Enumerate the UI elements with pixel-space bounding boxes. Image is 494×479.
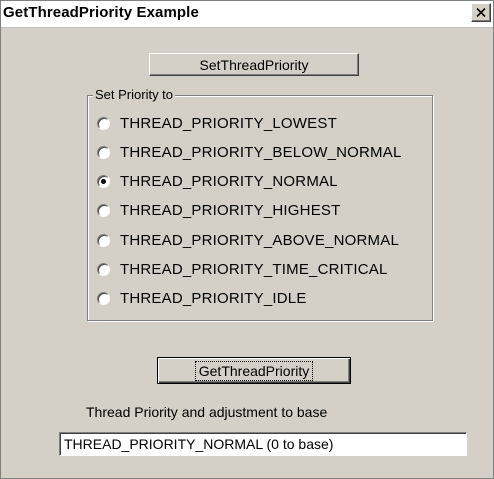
result-label: Thread Priority and adjustment to base bbox=[86, 404, 328, 420]
radio-label: THREAD_PRIORITY_BELOW_NORMAL bbox=[120, 143, 402, 161]
close-icon bbox=[476, 8, 486, 17]
radio-option-normal[interactable]: THREAD_PRIORITY_NORMAL bbox=[97, 170, 338, 192]
radio-label: THREAD_PRIORITY_NORMAL bbox=[120, 172, 338, 190]
radio-option-below-normal[interactable]: THREAD_PRIORITY_BELOW_NORMAL bbox=[97, 141, 402, 163]
radio-label: THREAD_PRIORITY_IDLE bbox=[120, 289, 307, 307]
dialog-window: GetThreadPriority Example SetThreadPrior… bbox=[0, 0, 494, 479]
get-thread-priority-button[interactable]: GetThreadPriority bbox=[157, 357, 351, 384]
thread-priority-output-field[interactable]: THREAD_PRIORITY_NORMAL (0 to base) bbox=[59, 432, 467, 456]
radio-selected-dot-icon bbox=[101, 178, 106, 184]
window-title: GetThreadPriority Example bbox=[3, 4, 199, 21]
radio-button[interactable] bbox=[97, 116, 110, 130]
radio-option-highest[interactable]: THREAD_PRIORITY_HIGHEST bbox=[97, 199, 340, 221]
set-thread-priority-button[interactable]: SetThreadPriority bbox=[149, 53, 359, 76]
set-thread-priority-button-label: SetThreadPriority bbox=[199, 56, 309, 73]
radio-button[interactable] bbox=[97, 262, 110, 276]
radio-label: THREAD_PRIORITY_ABOVE_NORMAL bbox=[120, 231, 399, 249]
radio-option-idle[interactable]: THREAD_PRIORITY_IDLE bbox=[97, 287, 307, 309]
get-thread-priority-button-label: GetThreadPriority bbox=[194, 360, 314, 381]
radio-button-selected[interactable] bbox=[97, 174, 110, 188]
title-bar[interactable]: GetThreadPriority Example bbox=[1, 1, 493, 28]
radio-button[interactable] bbox=[97, 145, 110, 159]
close-button[interactable] bbox=[471, 3, 491, 22]
radio-option-above-normal[interactable]: THREAD_PRIORITY_ABOVE_NORMAL bbox=[97, 229, 399, 251]
radio-button[interactable] bbox=[97, 203, 110, 217]
radio-label: THREAD_PRIORITY_HIGHEST bbox=[120, 201, 341, 219]
radio-label: THREAD_PRIORITY_LOWEST bbox=[120, 114, 337, 132]
radio-label: THREAD_PRIORITY_TIME_CRITICAL bbox=[120, 260, 388, 278]
radio-option-time-critical[interactable]: THREAD_PRIORITY_TIME_CRITICAL bbox=[97, 258, 388, 280]
radio-button[interactable] bbox=[97, 291, 110, 305]
radio-option-lowest[interactable]: THREAD_PRIORITY_LOWEST bbox=[97, 112, 337, 134]
radio-button[interactable] bbox=[97, 233, 110, 247]
set-priority-group-label: Set Priority to bbox=[93, 87, 176, 102]
